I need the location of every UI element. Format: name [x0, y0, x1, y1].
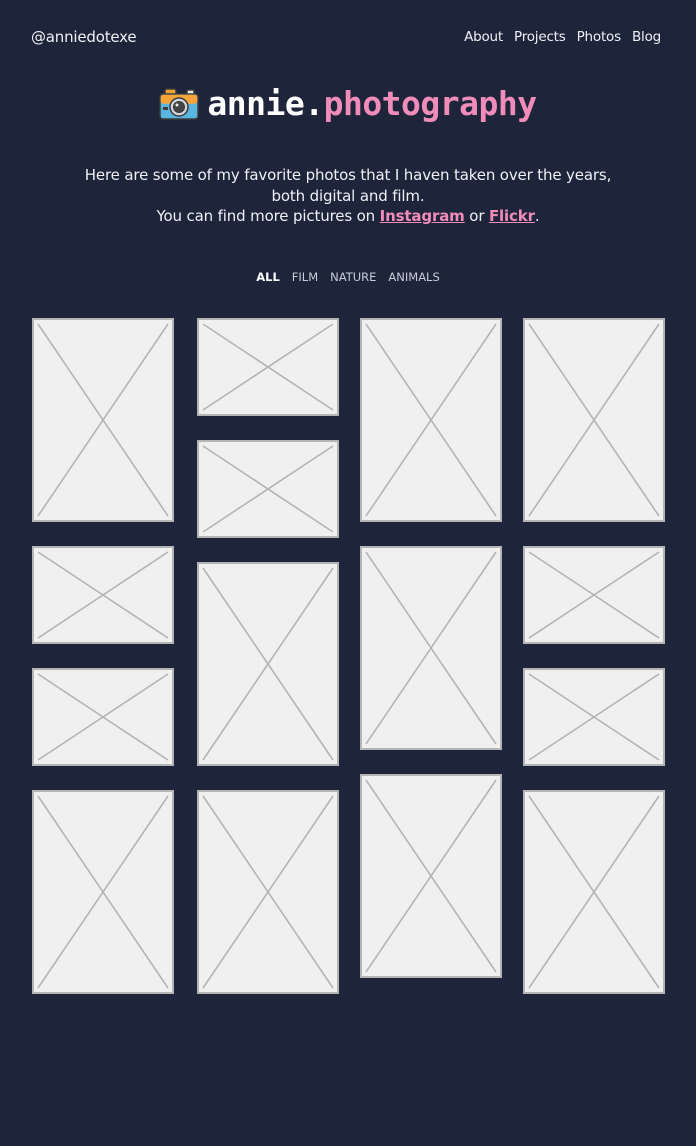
filter-nature[interactable]: NATURE [330, 269, 376, 285]
camera-icon [159, 87, 200, 121]
logo-name: annie. [207, 84, 324, 123]
instagram-link[interactable]: Instagram [380, 207, 465, 225]
gallery-photo[interactable] [523, 790, 665, 994]
gallery-photo[interactable] [523, 546, 665, 644]
intro-line-2: both digital and film. [271, 186, 425, 205]
image-placeholder-icon [37, 795, 169, 989]
filter-tabs: ALL FILM NATURE ANIMALS [0, 269, 696, 285]
gallery-photo[interactable] [32, 546, 174, 644]
intro-line-1: Here are some of my favorite photos that… [84, 166, 612, 184]
nav-projects[interactable]: Projects [514, 28, 566, 46]
gallery-photo[interactable] [32, 668, 174, 766]
flickr-link[interactable]: Flickr [489, 207, 535, 225]
intro-line-3-prefix: You can find more pictures on [156, 207, 380, 225]
gallery-photo[interactable] [360, 546, 502, 750]
gallery-photo[interactable] [197, 790, 339, 994]
intro-line-3: You can find more pictures on Instagram … [0, 206, 696, 227]
image-placeholder-icon [37, 551, 169, 639]
top-nav: About Projects Photos Blog [464, 28, 661, 46]
image-placeholder-icon [528, 323, 660, 517]
intro-joiner: or [464, 207, 489, 225]
gallery-photo[interactable] [360, 318, 502, 522]
image-placeholder-icon [202, 795, 334, 989]
image-placeholder-icon [37, 673, 169, 761]
gallery-photo[interactable] [32, 790, 174, 994]
image-placeholder-icon [528, 795, 660, 989]
image-placeholder-icon [528, 551, 660, 639]
nav-about[interactable]: About [464, 28, 503, 46]
image-placeholder-icon [528, 673, 660, 761]
image-placeholder-icon [365, 323, 497, 517]
intro-suffix: . [534, 207, 540, 225]
site-handle-link[interactable]: @anniedotexe [31, 27, 137, 47]
filter-all[interactable]: ALL [256, 269, 280, 285]
logo-wordmark: annie.photography [207, 82, 538, 126]
nav-blog[interactable]: Blog [632, 28, 661, 46]
gallery-photo[interactable] [197, 318, 339, 416]
intro-text: Here are some of my favorite photos that… [0, 165, 696, 227]
logo-suffix: photography [323, 84, 538, 123]
image-placeholder-icon [365, 551, 497, 745]
site-logo: annie.photography [0, 82, 696, 126]
gallery-photo[interactable] [523, 318, 665, 522]
image-placeholder-icon [365, 779, 497, 973]
image-placeholder-icon [202, 445, 334, 533]
gallery-photo[interactable] [32, 318, 174, 522]
gallery-photo[interactable] [360, 774, 502, 978]
gallery-photo[interactable] [197, 440, 339, 538]
image-placeholder-icon [37, 323, 169, 517]
gallery-photo[interactable] [523, 668, 665, 766]
image-placeholder-icon [202, 567, 334, 761]
image-placeholder-icon [202, 323, 334, 411]
gallery-photo[interactable] [197, 562, 339, 766]
nav-photos[interactable]: Photos [577, 28, 622, 46]
filter-film[interactable]: FILM [292, 269, 318, 285]
filter-animals[interactable]: ANIMALS [388, 269, 439, 285]
